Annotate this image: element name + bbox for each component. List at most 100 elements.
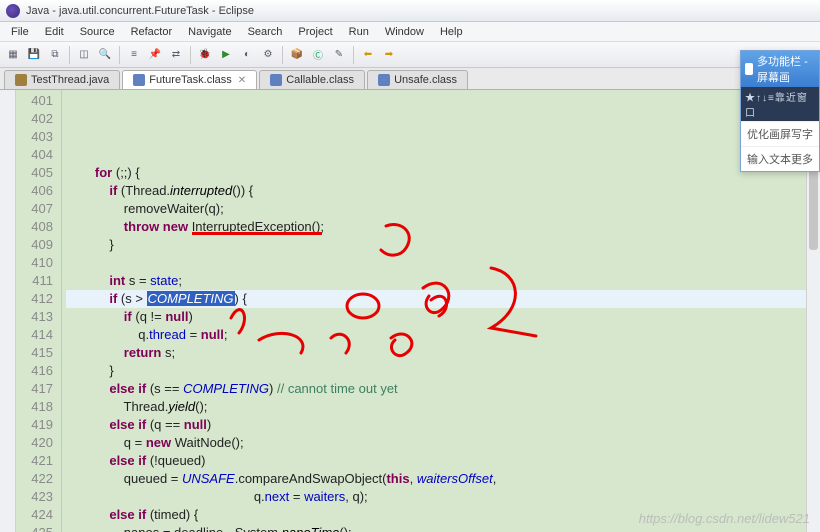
open-type-button[interactable]: ◫ bbox=[75, 46, 93, 64]
class-file-icon bbox=[133, 74, 145, 86]
code-line[interactable]: q = new WaitNode(); bbox=[66, 434, 820, 452]
code-line[interactable]: } bbox=[66, 362, 820, 380]
menu-navigate[interactable]: Navigate bbox=[181, 24, 238, 40]
menu-refactor[interactable]: Refactor bbox=[124, 24, 180, 40]
tab-testthread-java[interactable]: TestThread.java bbox=[4, 70, 120, 89]
save-button[interactable]: 💾 bbox=[25, 46, 43, 64]
panel-row[interactable]: 输入文本更多 bbox=[741, 146, 819, 171]
back-button[interactable]: ⬅ bbox=[359, 46, 377, 64]
line-number: 417 bbox=[16, 380, 53, 398]
tab-unsafe-class[interactable]: Unsafe.class bbox=[367, 70, 468, 89]
editor-area: 4014024034044054064074084094104114124134… bbox=[0, 90, 820, 532]
pin-button[interactable]: 📌 bbox=[146, 46, 164, 64]
forward-button[interactable]: ➡ bbox=[380, 46, 398, 64]
code-line[interactable]: else if (!queued) bbox=[66, 452, 820, 470]
panel-row[interactable]: 优化画屏写字 bbox=[741, 121, 819, 146]
line-number: 404 bbox=[16, 146, 53, 164]
new-package-button[interactable]: 📦 bbox=[288, 46, 306, 64]
panel-row-left: 输入文本 bbox=[747, 151, 791, 167]
line-number: 405 bbox=[16, 164, 53, 182]
line-number-gutter: 4014024034044054064074084094104114124134… bbox=[16, 90, 62, 532]
toggle-breadcrumb-button[interactable]: ≡ bbox=[125, 46, 143, 64]
external-tools-button[interactable]: ⚙ bbox=[259, 46, 277, 64]
panel-title: 多功能栏 - 屏幕画 bbox=[757, 53, 815, 85]
code-line[interactable]: int s = state; bbox=[66, 272, 820, 290]
window-title: Java - java.util.concurrent.FutureTask -… bbox=[26, 5, 254, 17]
code-line[interactable] bbox=[66, 254, 820, 272]
menu-window[interactable]: Window bbox=[378, 24, 431, 40]
tab-label: TestThread.java bbox=[31, 74, 109, 86]
vertical-ruler bbox=[0, 90, 16, 532]
annotation-underline bbox=[192, 232, 322, 235]
line-number: 410 bbox=[16, 254, 53, 272]
code-line[interactable]: else if (s == COMPLETING) // cannot time… bbox=[66, 380, 820, 398]
close-icon[interactable]: ✕ bbox=[238, 75, 246, 86]
class-file-icon bbox=[378, 74, 390, 86]
tab-futuretask-class[interactable]: FutureTask.class✕ bbox=[122, 70, 257, 89]
java-file-icon bbox=[15, 74, 27, 86]
code-line[interactable]: else if (timed) { bbox=[66, 506, 820, 524]
line-number: 406 bbox=[16, 182, 53, 200]
class-file-icon bbox=[270, 74, 282, 86]
menu-source[interactable]: Source bbox=[73, 24, 122, 40]
line-number: 421 bbox=[16, 452, 53, 470]
line-number: 425 bbox=[16, 524, 53, 532]
code-line[interactable]: queued = UNSAFE.compareAndSwapObject(thi… bbox=[66, 470, 820, 488]
code-line[interactable]: throw new InterruptedException(); bbox=[66, 218, 820, 236]
floating-tool-panel[interactable]: 多功能栏 - 屏幕画 ★↑↓≡靠近窗口 优化画屏写字输入文本更多 bbox=[740, 50, 820, 172]
line-number: 414 bbox=[16, 326, 53, 344]
line-number: 424 bbox=[16, 506, 53, 524]
debug-button[interactable]: 🐞 bbox=[196, 46, 214, 64]
open-task-button[interactable]: ✎ bbox=[330, 46, 348, 64]
line-number: 418 bbox=[16, 398, 53, 416]
code-line[interactable]: } bbox=[66, 236, 820, 254]
line-number: 412 bbox=[16, 290, 53, 308]
coverage-button[interactable]: ◐ bbox=[238, 46, 256, 64]
code-line[interactable]: q.thread = null; bbox=[66, 326, 820, 344]
menu-help[interactable]: Help bbox=[433, 24, 470, 40]
menu-run[interactable]: Run bbox=[342, 24, 376, 40]
menu-edit[interactable]: Edit bbox=[38, 24, 71, 40]
code-line[interactable]: removeWaiter(q); bbox=[66, 200, 820, 218]
tab-label: Callable.class bbox=[286, 74, 354, 86]
save-all-button[interactable]: ⧉ bbox=[46, 46, 64, 64]
code-line[interactable]: if (q != null) bbox=[66, 308, 820, 326]
run-button[interactable]: ▶ bbox=[217, 46, 235, 64]
line-number: 401 bbox=[16, 92, 53, 110]
tab-label: Unsafe.class bbox=[394, 74, 457, 86]
menu-bar: FileEditSourceRefactorNavigateSearchProj… bbox=[0, 22, 820, 42]
new-class-button[interactable]: Ⓒ bbox=[309, 46, 327, 64]
menu-project[interactable]: Project bbox=[291, 24, 339, 40]
editor-tabs: TestThread.java FutureTask.class✕ Callable… bbox=[0, 68, 820, 90]
menu-file[interactable]: File bbox=[4, 24, 36, 40]
code-line[interactable]: Thread.yield(); bbox=[66, 398, 820, 416]
code-line[interactable]: return s; bbox=[66, 344, 820, 362]
panel-subtitle: ★↑↓≡靠近窗口 bbox=[741, 87, 819, 121]
code-line[interactable]: q.next = waiters, q); bbox=[66, 488, 820, 506]
code-line[interactable]: for (;;) { bbox=[66, 164, 820, 182]
panel-row-right: 写字 bbox=[791, 126, 813, 142]
line-number: 415 bbox=[16, 344, 53, 362]
link-button[interactable]: ⇄ bbox=[167, 46, 185, 64]
code-line[interactable]: else if (q == null) bbox=[66, 416, 820, 434]
code-line[interactable]: if (s > COMPLETING) { bbox=[66, 290, 820, 308]
eclipse-icon bbox=[6, 4, 20, 18]
line-number: 411 bbox=[16, 272, 53, 290]
line-number: 416 bbox=[16, 362, 53, 380]
panel-header[interactable]: 多功能栏 - 屏幕画 bbox=[741, 51, 819, 87]
main-toolbar: ▦ 💾 ⧉ ◫ 🔍 ≡ 📌 ⇄ 🐞 ▶ ◐ ⚙ 📦 Ⓒ ✎ ⬅ ➡ bbox=[0, 42, 820, 68]
line-number: 420 bbox=[16, 434, 53, 452]
menu-search[interactable]: Search bbox=[241, 24, 290, 40]
search-button[interactable]: 🔍 bbox=[96, 46, 114, 64]
new-button[interactable]: ▦ bbox=[4, 46, 22, 64]
tab-callable-class[interactable]: Callable.class bbox=[259, 70, 365, 89]
code-area[interactable]: for (;;) { if (Thread.interrupted()) { r… bbox=[62, 90, 820, 532]
code-line[interactable]: nanos = deadline - System.nanoTime(); bbox=[66, 524, 820, 532]
source-editor[interactable]: 4014024034044054064074084094104114124134… bbox=[16, 90, 820, 532]
window-titlebar: Java - java.util.concurrent.FutureTask -… bbox=[0, 0, 820, 22]
line-number: 409 bbox=[16, 236, 53, 254]
code-line[interactable]: if (Thread.interrupted()) { bbox=[66, 182, 820, 200]
panel-row-right: 更多 bbox=[791, 151, 813, 167]
line-number: 413 bbox=[16, 308, 53, 326]
line-number: 422 bbox=[16, 470, 53, 488]
